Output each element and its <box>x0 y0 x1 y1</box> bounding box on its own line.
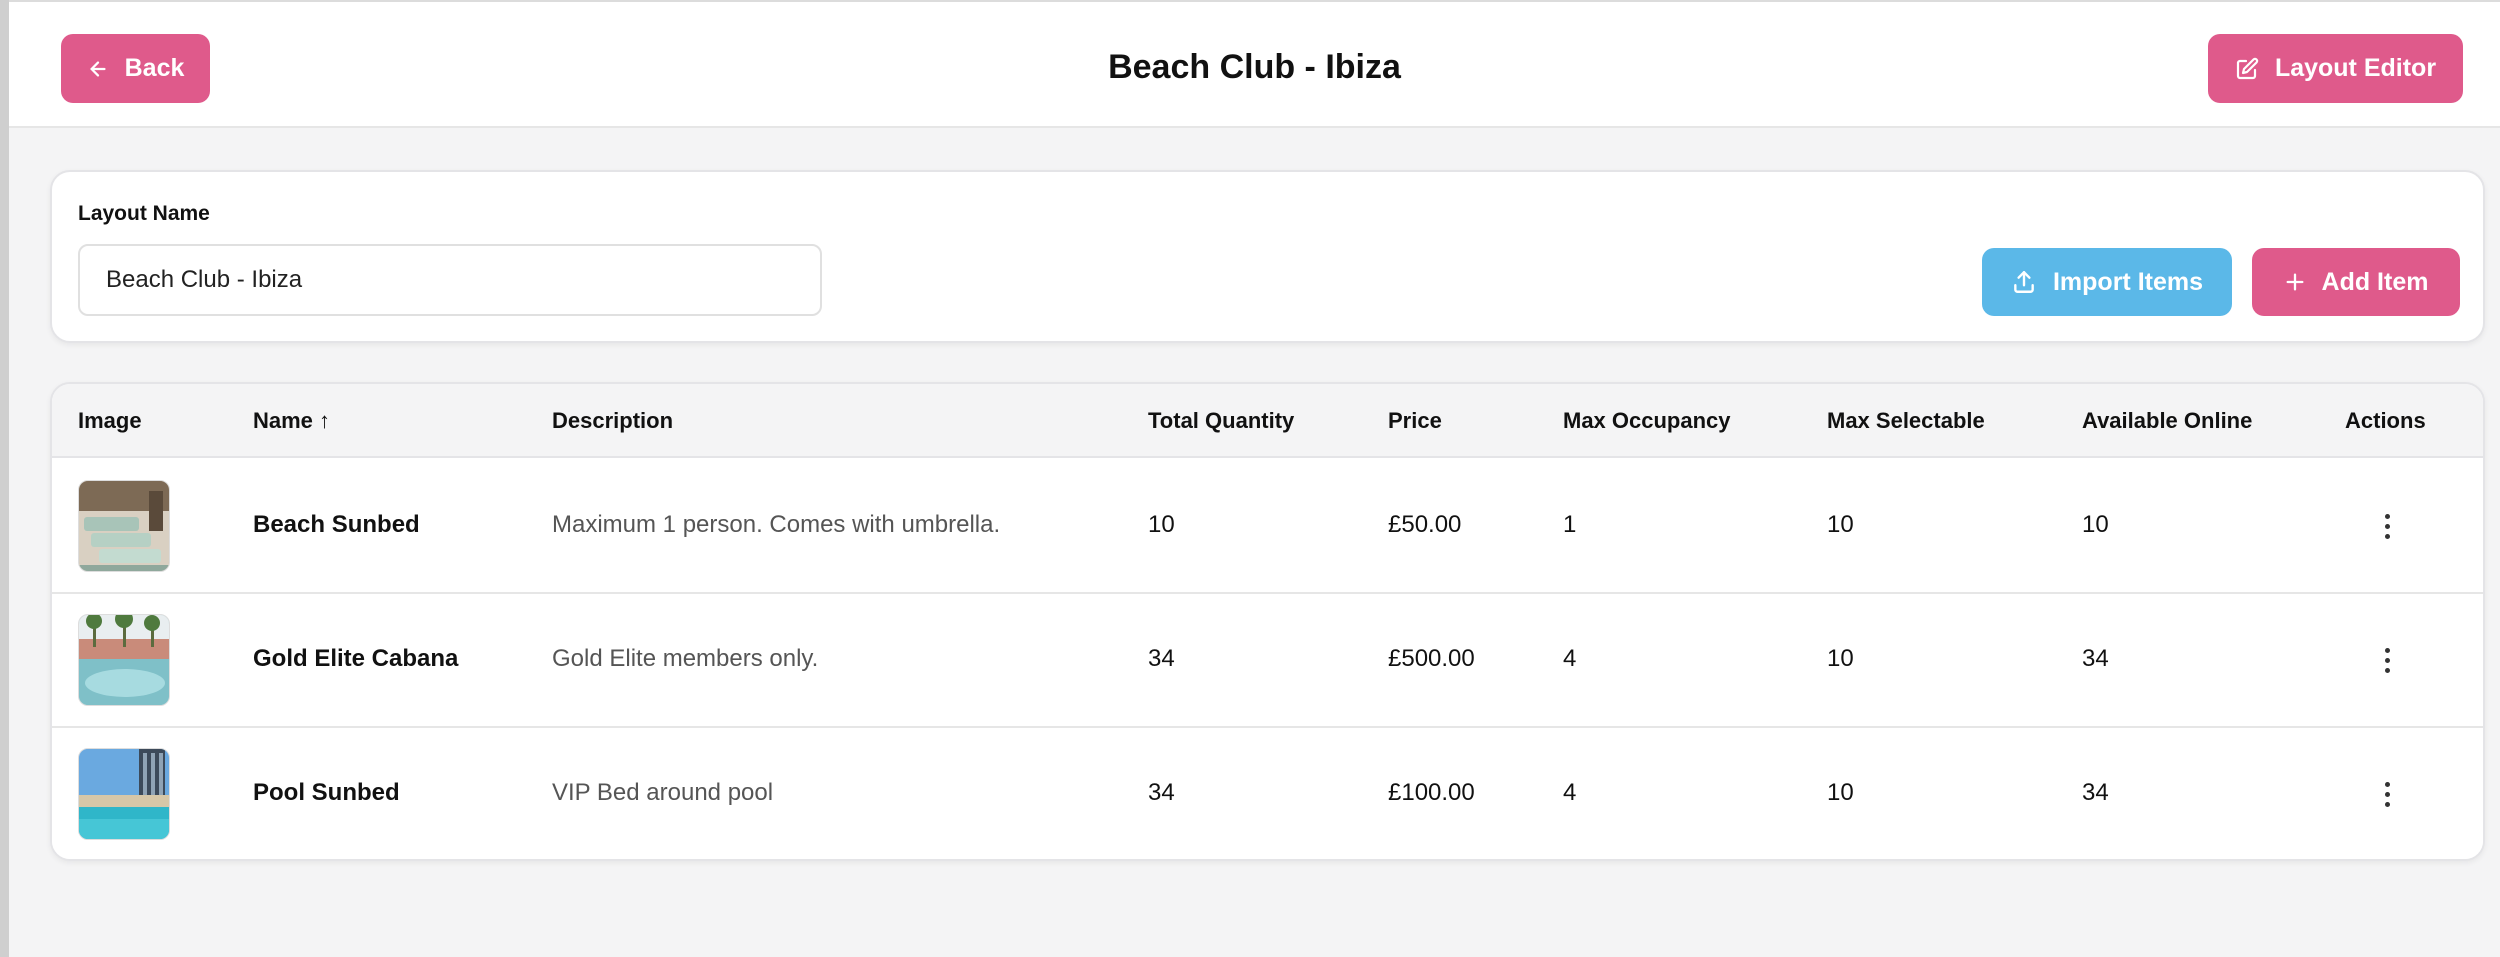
item-name: Gold Elite Cabana <box>253 645 459 672</box>
table-row[interactable]: Pool Sunbed VIP Bed around pool 34 £100.… <box>52 728 2483 859</box>
item-description: VIP Bed around pool <box>552 779 774 806</box>
item-image <box>78 748 170 840</box>
item-price: £500.00 <box>1388 645 1475 672</box>
layout-editor-button[interactable]: Layout Editor <box>2208 34 2463 103</box>
item-max-selectable: 10 <box>1827 511 1854 538</box>
item-total-quantity: 34 <box>1148 645 1175 672</box>
item-total-quantity: 10 <box>1148 511 1175 538</box>
column-header-max-occupancy[interactable]: Max Occupancy <box>1563 408 1731 434</box>
more-actions-icon[interactable] <box>2372 640 2402 680</box>
column-header-price[interactable]: Price <box>1388 408 1442 434</box>
item-description: Maximum 1 person. Comes with umbrella. <box>552 511 1001 538</box>
layout-name-label: Layout Name <box>78 202 210 225</box>
item-max-selectable: 10 <box>1827 779 1854 806</box>
item-price: £50.00 <box>1388 511 1462 538</box>
item-image <box>78 480 170 572</box>
item-available-online: 34 <box>2082 779 2109 806</box>
item-max-occupancy: 4 <box>1563 779 1577 806</box>
edit-icon <box>2235 57 2259 81</box>
add-item-label: Add Item <box>2321 267 2429 296</box>
item-available-online: 10 <box>2082 511 2109 538</box>
page-title: Beach Club - Ibiza <box>1108 48 1401 86</box>
add-item-button[interactable]: Add Item <box>2252 248 2460 316</box>
layout-settings-card: Layout Name Import Items Add Item <box>50 170 2485 343</box>
layout-name-input[interactable] <box>78 244 822 316</box>
item-total-quantity: 34 <box>1148 779 1175 806</box>
page-header: Back Beach Club - Ibiza Layout Editor <box>9 0 2500 128</box>
more-actions-icon[interactable] <box>2372 506 2402 546</box>
app: Back Beach Club - Ibiza Layout Editor La… <box>9 0 2500 957</box>
column-header-max-selectable[interactable]: Max Selectable <box>1827 408 1985 434</box>
plus-icon <box>2284 271 2306 293</box>
import-items-label: Import Items <box>2052 267 2204 296</box>
column-header-description[interactable]: Description <box>552 408 673 434</box>
column-header-total-quantity[interactable]: Total Quantity <box>1148 408 1294 434</box>
table-row[interactable]: Gold Elite Cabana Gold Elite members onl… <box>52 594 2483 728</box>
column-header-actions: Actions <box>2345 408 2426 433</box>
column-header-name[interactable]: Name ↑ <box>253 408 330 434</box>
column-header-available-online[interactable]: Available Online <box>2082 408 2252 434</box>
item-description: Gold Elite members only. <box>552 645 819 672</box>
item-name: Pool Sunbed <box>253 779 400 806</box>
table-header: Image Name ↑ Description Total Quantity … <box>52 384 2483 458</box>
upload-icon <box>2011 269 2037 295</box>
more-actions-icon[interactable] <box>2372 774 2402 814</box>
item-max-occupancy: 1 <box>1563 511 1577 538</box>
column-header-image: Image <box>78 408 142 433</box>
item-max-occupancy: 4 <box>1563 645 1577 672</box>
import-items-button[interactable]: Import Items <box>1982 248 2232 316</box>
layout-editor-label: Layout Editor <box>2274 54 2437 82</box>
item-image <box>78 614 170 706</box>
items-table: Image Name ↑ Description Total Quantity … <box>50 382 2485 861</box>
item-max-selectable: 10 <box>1827 645 1854 672</box>
item-price: £100.00 <box>1388 779 1475 806</box>
item-name: Beach Sunbed <box>253 511 420 538</box>
item-available-online: 34 <box>2082 645 2109 672</box>
window-left-edge <box>0 0 9 957</box>
table-row[interactable]: Beach Sunbed Maximum 1 person. Comes wit… <box>52 460 2483 594</box>
